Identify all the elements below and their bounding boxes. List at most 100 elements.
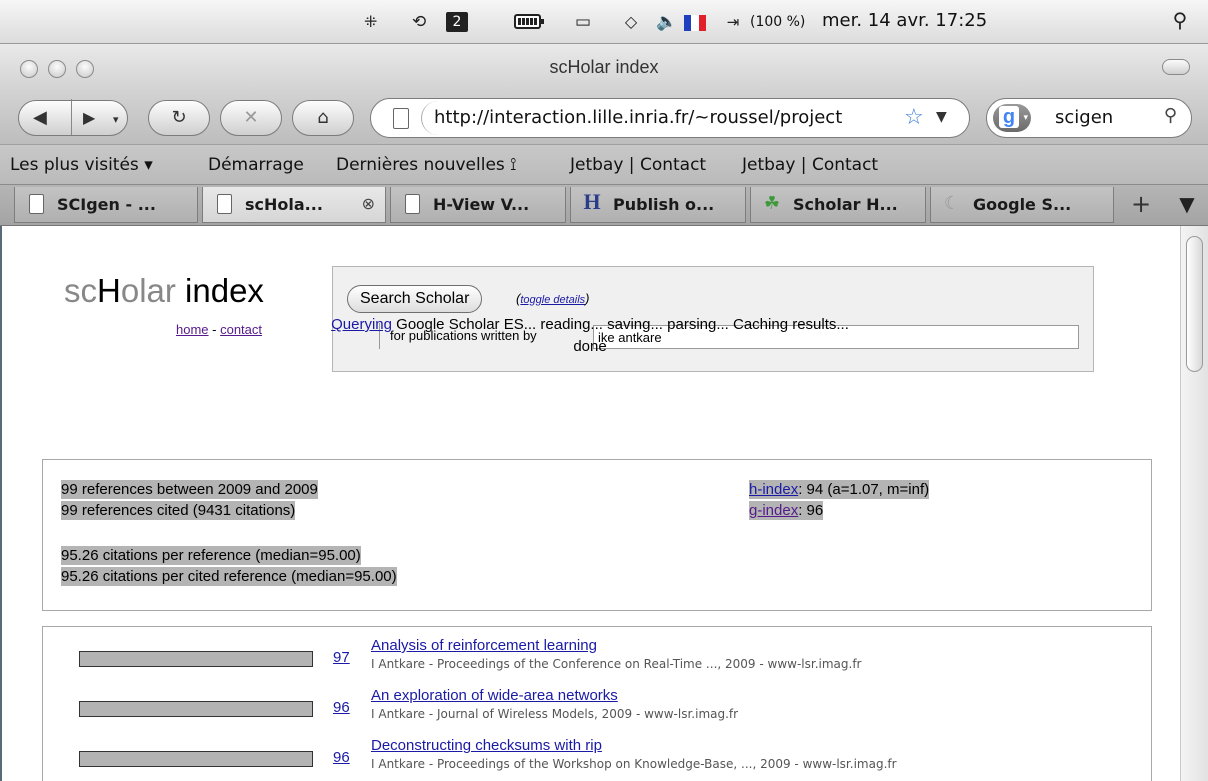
bookmark-getting-started[interactable]: Démarrage bbox=[208, 155, 304, 175]
g-index-value: : 96 bbox=[798, 502, 824, 519]
forward-arrow-icon[interactable]: ▶ bbox=[83, 101, 95, 135]
navigation-toolbar: ◀ ▶ ▾ ↻ ✕ ⌂ http://interaction.lille.inr… bbox=[0, 92, 1208, 144]
result-item: 96 Deconstructing checksums with rip I A… bbox=[43, 737, 1151, 781]
bookmark-latest-headlines[interactable]: Dernières nouvelles ⟟ bbox=[336, 155, 517, 175]
status-text: Google Scholar ES... reading... saving..… bbox=[391, 316, 849, 333]
history-dropdown-icon[interactable]: ▾ bbox=[113, 103, 119, 137]
window-title: scHolar index bbox=[549, 57, 659, 77]
result-meta: I Antkare - Proceedings of the Workshop … bbox=[371, 757, 897, 771]
bookmark-jetbay-contact-2[interactable]: Jetbay | Contact bbox=[742, 155, 878, 175]
stat-refs-cited: 99 references cited (9431 citations) bbox=[61, 501, 296, 520]
time-machine-icon[interactable]: ⟲ bbox=[412, 12, 426, 32]
citation-count-link[interactable]: 96 bbox=[333, 699, 350, 716]
scrollbar-thumb[interactable] bbox=[1186, 236, 1203, 372]
list-tabs-icon[interactable]: ▼ bbox=[1172, 189, 1202, 221]
status-line: Querying Google Scholar ES... reading...… bbox=[250, 314, 930, 336]
stop-icon: ✕ bbox=[243, 107, 259, 128]
new-tab-button[interactable]: + bbox=[1120, 189, 1162, 221]
tab-label: Publish o... bbox=[613, 195, 715, 214]
home-icon: ⌂ bbox=[317, 107, 329, 128]
system-menubar: ⁜ ⟲ 2 ▭ ◇ 🔈 ⇥ (100 %) mer. 14 avr. 17:25… bbox=[0, 0, 1208, 44]
results-list: 97 Analysis of reinforcement learning I … bbox=[42, 626, 1152, 781]
window-edge bbox=[0, 226, 2, 781]
url-text[interactable]: http://interaction.lille.inria.fr/~rouss… bbox=[434, 107, 898, 128]
logo-part: olar bbox=[120, 272, 176, 309]
battery-plug-icon[interactable]: ⇥ bbox=[720, 12, 746, 32]
toggle-details: (toggle details) bbox=[516, 291, 590, 306]
site-logo: scHolar index bbox=[64, 272, 264, 310]
french-flag-icon[interactable] bbox=[684, 15, 706, 31]
window-titlebar: scHolar index bbox=[0, 44, 1208, 92]
tab-google-scholar[interactable]: ☾ Google S... bbox=[930, 187, 1114, 223]
result-title-link[interactable]: Analysis of reinforcement learning bbox=[371, 637, 597, 654]
display-icon[interactable]: ▭ bbox=[570, 12, 596, 32]
tab-scigen[interactable]: SCIgen - ... bbox=[14, 187, 198, 223]
result-title-link[interactable]: An exploration of wide-area networks bbox=[371, 687, 618, 704]
back-arrow-icon[interactable]: ◀ bbox=[33, 101, 47, 135]
citation-bar bbox=[79, 751, 313, 767]
logo-part: H bbox=[97, 272, 121, 309]
tab-scholar-h[interactable]: ☘ Scholar H... bbox=[750, 187, 926, 223]
back-forward-group: ◀ ▶ ▾ bbox=[18, 99, 128, 137]
h-index-value: : 94 (a=1.07, m=inf) bbox=[798, 481, 930, 498]
button-separator bbox=[71, 99, 72, 135]
result-meta: I Antkare - Proceedings of the Conferenc… bbox=[371, 657, 862, 671]
moon-icon: ☾ bbox=[943, 193, 961, 214]
page-icon bbox=[405, 194, 420, 214]
move-arrows-icon[interactable]: ⁜ bbox=[364, 12, 377, 32]
volume-icon[interactable]: 🔈 bbox=[656, 12, 678, 32]
tab-label: H-View V... bbox=[433, 195, 530, 214]
querying-link[interactable]: Querying bbox=[331, 316, 392, 333]
page-icon bbox=[29, 194, 44, 214]
battery-percent: (100 %) bbox=[750, 14, 806, 30]
g-index-link[interactable]: g-index bbox=[749, 502, 798, 519]
google-engine-icon[interactable]: g ▾ bbox=[993, 104, 1031, 132]
stat-citations-per-ref: 95.26 citations per reference (median=95… bbox=[61, 546, 361, 565]
logo-part: sc bbox=[64, 272, 97, 309]
toggle-details-link[interactable]: toggle details bbox=[520, 294, 585, 306]
citation-bar bbox=[79, 651, 313, 667]
tab-publish-or-perish[interactable]: H Publish o... bbox=[570, 187, 746, 223]
wifi-icon[interactable]: ◇ bbox=[616, 12, 646, 32]
tab-scholar-index[interactable]: scHola... ⊗ bbox=[202, 187, 386, 223]
url-dropdown-icon[interactable]: ▼ bbox=[936, 109, 947, 125]
h-index-link[interactable]: h-index bbox=[749, 481, 798, 498]
stat-refs-between: 99 references between 2009 and 2009 bbox=[61, 480, 318, 499]
bookmark-jetbay-contact-1[interactable]: Jetbay | Contact bbox=[570, 155, 706, 175]
stat-g-index: g-index: 96 bbox=[749, 501, 824, 520]
search-input[interactable]: scigen bbox=[1055, 107, 1113, 128]
tab-label: SCIgen - ... bbox=[57, 195, 156, 214]
paren: ) bbox=[585, 291, 590, 306]
home-link[interactable]: home bbox=[176, 322, 209, 337]
vertical-scrollbar[interactable] bbox=[1180, 226, 1208, 781]
spaces-icon[interactable]: 2 bbox=[446, 12, 468, 32]
close-tab-icon[interactable]: ⊗ bbox=[362, 194, 375, 213]
citation-count-link[interactable]: 97 bbox=[333, 649, 350, 666]
home-button[interactable]: ⌂ bbox=[292, 100, 354, 136]
bookmark-star-icon[interactable]: ☆ bbox=[904, 105, 924, 130]
page-viewport: scHolar index home - contact Search Scho… bbox=[0, 226, 1208, 781]
reload-button[interactable]: ↻ bbox=[148, 100, 210, 136]
flag-white bbox=[691, 15, 699, 31]
reload-icon: ↻ bbox=[171, 107, 187, 128]
status-done: done bbox=[573, 338, 607, 355]
result-title-link[interactable]: Deconstructing checksums with rip bbox=[371, 737, 602, 754]
address-field[interactable]: http://interaction.lille.inria.fr/~rouss… bbox=[421, 101, 969, 135]
citation-count-link[interactable]: 96 bbox=[333, 749, 350, 766]
clock[interactable]: mer. 14 avr. 17:25 bbox=[822, 10, 987, 31]
tab-strip: SCIgen - ... scHola... ⊗ H-View V... H P… bbox=[0, 184, 1208, 226]
tab-label: Google S... bbox=[973, 195, 1072, 214]
search-bar[interactable]: g ▾ scigen ⚲ bbox=[986, 98, 1192, 138]
toolbar-toggle-button[interactable] bbox=[1162, 59, 1190, 75]
page-icon bbox=[393, 108, 409, 129]
address-bar[interactable]: http://interaction.lille.inria.fr/~rouss… bbox=[370, 98, 970, 138]
stop-button[interactable]: ✕ bbox=[220, 100, 282, 136]
tab-h-view[interactable]: H-View V... bbox=[390, 187, 566, 223]
bookmark-most-visited[interactable]: Les plus visités ▾ bbox=[10, 155, 153, 175]
flag-blue bbox=[684, 15, 692, 31]
search-icon[interactable]: ⚲ bbox=[1164, 105, 1177, 126]
battery-icon[interactable] bbox=[514, 14, 544, 29]
stat-citations-per-cited-ref: 95.26 citations per cited reference (med… bbox=[61, 567, 397, 586]
spotlight-search-icon[interactable]: ⚲ bbox=[1168, 10, 1192, 30]
search-scholar-button[interactable]: Search Scholar bbox=[347, 285, 483, 313]
